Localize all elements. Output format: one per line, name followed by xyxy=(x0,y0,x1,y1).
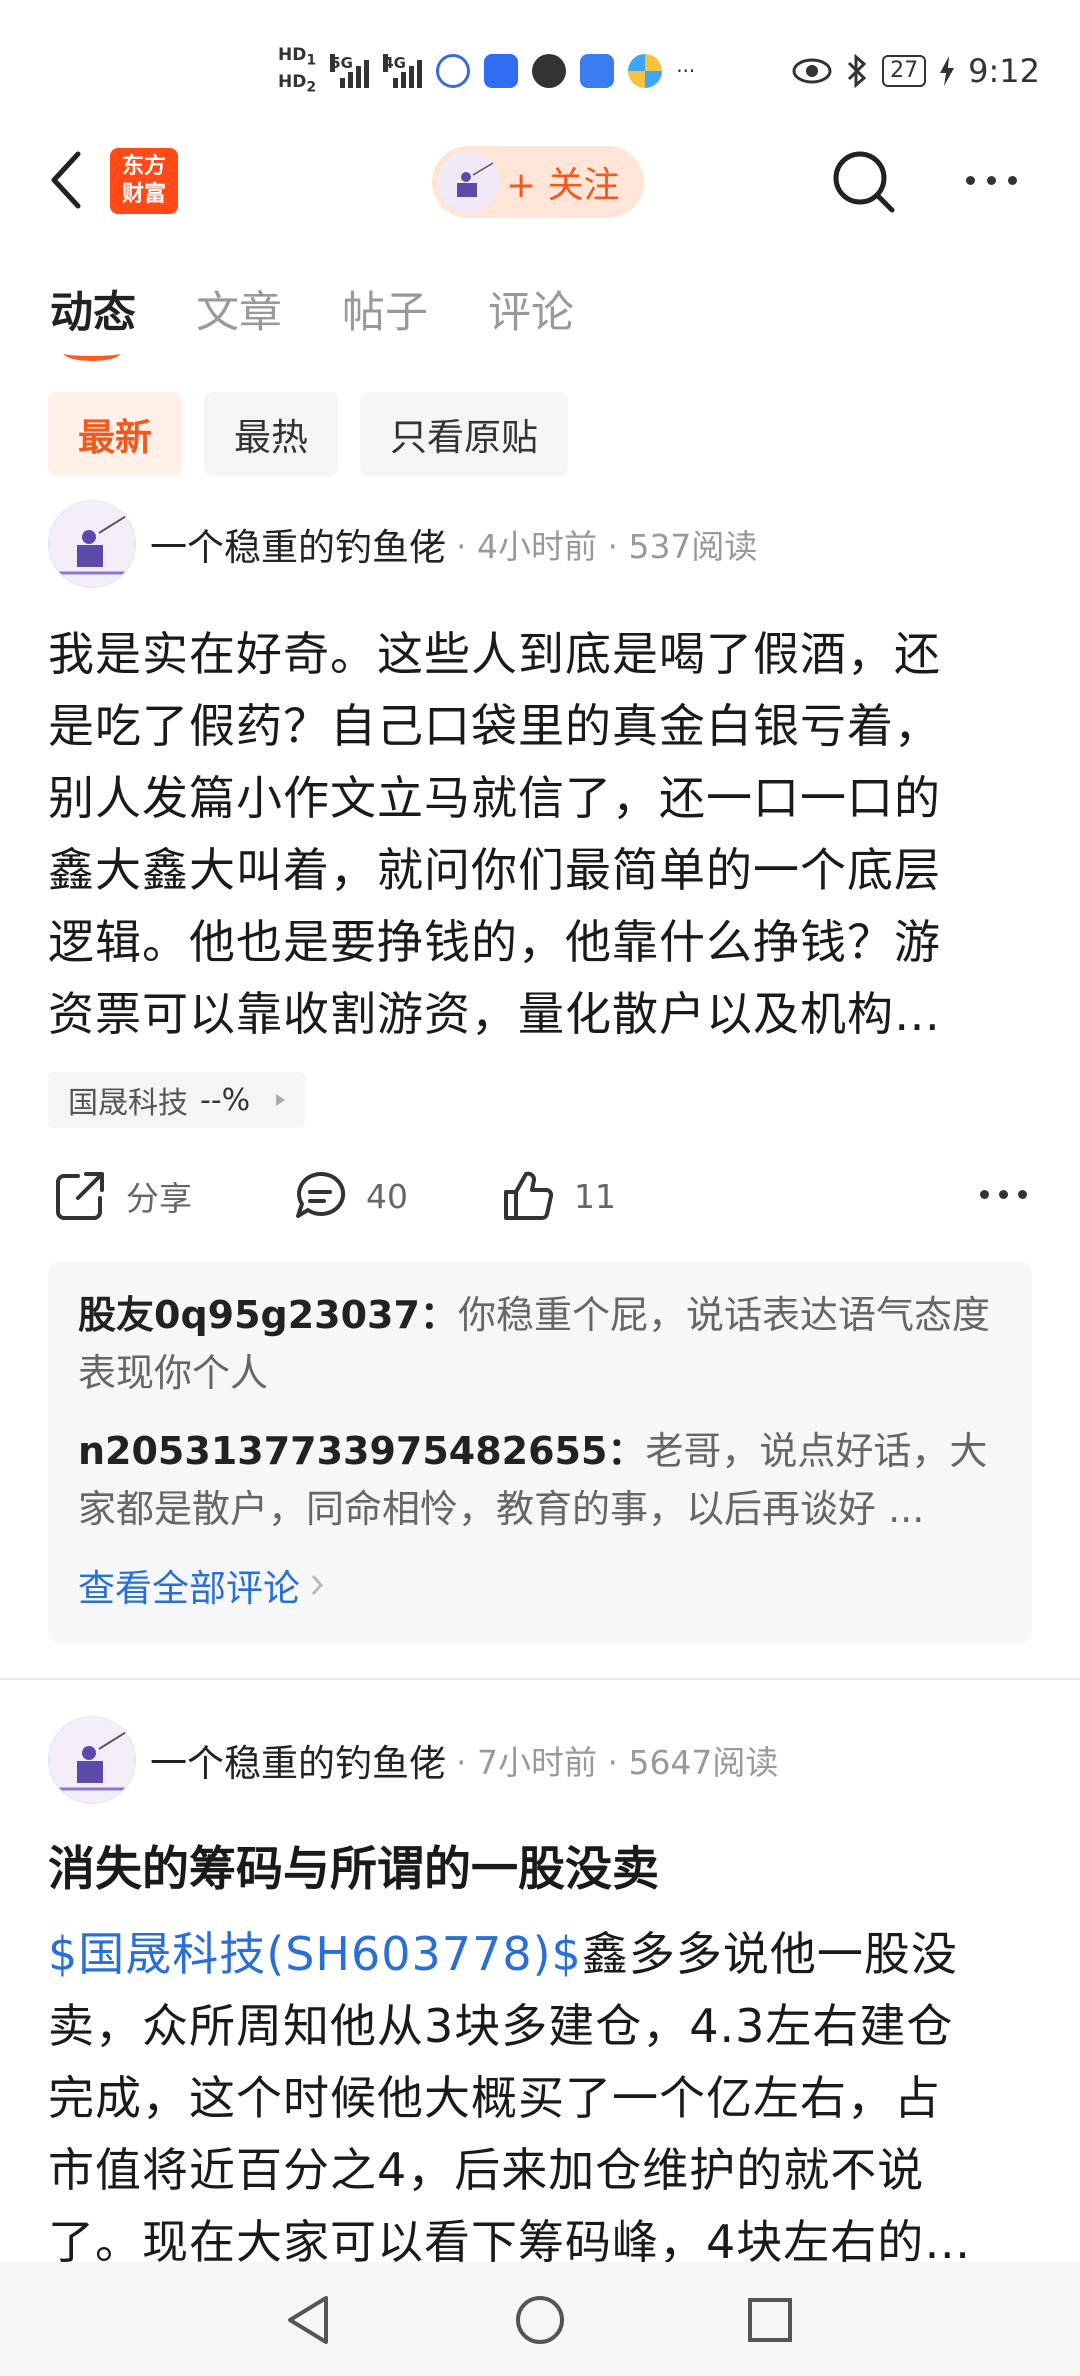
stock-link[interactable]: $国晟科技(SH603778)$ xyxy=(48,1927,582,1981)
comment-count: 40 xyxy=(366,1176,408,1216)
nav-back-icon[interactable] xyxy=(284,2294,332,2346)
post-meta: · 4小时前 · 537阅读 xyxy=(456,527,758,566)
post-meta: · 7小时前 · 5647阅读 xyxy=(456,1743,779,1782)
chevron-right-icon xyxy=(276,1094,286,1106)
bluetooth-icon xyxy=(848,54,867,88)
signal-4g-icon: 4G xyxy=(383,54,423,89)
system-nav-bar xyxy=(0,2262,1080,2376)
post1-line: 鑫大鑫大叫着，就问你们最简单的一个底层 xyxy=(48,843,941,897)
nav-home-icon[interactable] xyxy=(514,2294,566,2346)
wallet-icon xyxy=(580,54,615,89)
more-notifications: ··· xyxy=(676,59,696,84)
follow-label: + 关注 xyxy=(506,165,620,206)
filter-chips: 最新 最热 只看原贴 xyxy=(48,392,568,476)
signal-5g-icon: 5G xyxy=(330,54,370,89)
filter-original-only[interactable]: 只看原贴 xyxy=(360,392,568,476)
filter-hottest[interactable]: 最热 xyxy=(204,392,338,476)
post-more-icon[interactable] xyxy=(980,1190,1027,1199)
logo-line2: 财富 xyxy=(121,182,166,207)
post1-line: 是吃了假药？自己口袋里的真金白银亏着， xyxy=(48,699,941,753)
eye-icon xyxy=(792,58,832,84)
follow-avatar xyxy=(438,152,499,213)
share-button[interactable]: 分享 xyxy=(52,1168,192,1224)
post2-title[interactable]: 消失的筹码与所谓的一股没卖 xyxy=(48,1830,659,1899)
like-button[interactable]: 11 xyxy=(500,1168,616,1224)
tab-dynamic[interactable]: 动态 xyxy=(50,278,136,361)
logo-line1: 东方 xyxy=(121,154,166,179)
post1-line: 资票可以靠收割游资，量化散户以及机构… xyxy=(48,987,941,1041)
hd2-indicator: HD2 xyxy=(278,72,317,96)
back-icon[interactable] xyxy=(46,148,86,212)
stock-tag[interactable]: 国晟科技 --% xyxy=(48,1072,306,1128)
post1-actions: 分享 40 11 xyxy=(52,1168,1032,1228)
author-name[interactable]: 一个稳重的钓鱼佬 xyxy=(150,517,446,571)
comment-preview[interactable]: 股友0q95g23037：你稳重个屁，说话表达语气态度表现你个人 n205313… xyxy=(48,1262,1032,1644)
post1-body[interactable]: 我是实在好奇。这些人到底是喝了假酒，还 是吃了假药？自己口袋里的真金白银亏着， … xyxy=(48,618,1038,1050)
comment-button[interactable]: 40 xyxy=(292,1168,408,1224)
comment-user[interactable]: n2053137733975482655： xyxy=(78,1429,645,1473)
stock-change: --% xyxy=(200,1082,251,1118)
search-icon[interactable] xyxy=(830,148,896,214)
comment-icon xyxy=(296,1171,346,1218)
follow-button[interactable]: + 关注 xyxy=(432,146,644,218)
hd1-indicator: HD1 xyxy=(278,45,317,69)
divider xyxy=(0,1678,1080,1680)
profile-tabs: 动态 文章 帖子 评论 xyxy=(50,278,574,361)
view-all-label: 查看全部评论 xyxy=(78,1567,300,1610)
status-left: HD1 HD2 5G 4G ··· xyxy=(278,44,695,99)
tab-posts[interactable]: 帖子 xyxy=(342,278,428,340)
like-count: 11 xyxy=(574,1176,616,1216)
tab-articles[interactable]: 文章 xyxy=(196,278,282,340)
share-icon xyxy=(56,1172,104,1220)
filter-latest[interactable]: 最新 xyxy=(48,392,182,476)
charging-icon xyxy=(940,56,955,86)
post1-line: 逻辑。他也是要挣钱的，他靠什么挣钱？游 xyxy=(48,915,941,969)
share-label: 分享 xyxy=(126,1179,192,1218)
post1-line: 我是实在好奇。这些人到底是喝了假酒，还 xyxy=(48,627,941,681)
pinwheel-icon xyxy=(628,54,663,89)
comment-item: n2053137733975482655：老哥，说点好话，大家都是散户，同命相怜… xyxy=(78,1422,1002,1538)
avatar[interactable] xyxy=(48,500,136,588)
baidu-icon xyxy=(436,54,471,89)
comment-user[interactable]: 股友0q95g23037： xyxy=(78,1293,458,1337)
post2-header: 一个稳重的钓鱼佬 · 7小时前 · 5647阅读 xyxy=(48,1716,778,1804)
app-logo[interactable]: 东方 财富 xyxy=(110,148,178,214)
status-right: 27 9:12 xyxy=(792,52,1040,90)
post2-line: 市值将近百分之4，后来加仓维护的就不说 xyxy=(48,2143,925,2197)
thumbs-up-icon xyxy=(504,1171,554,1220)
chevron-right-icon xyxy=(311,1575,324,1595)
message-icon xyxy=(532,54,567,89)
comment-item: 股友0q95g23037：你稳重个屁，说话表达语气态度表现你个人 xyxy=(78,1286,1002,1402)
post2-line-rest: 鑫多多说他一股没 xyxy=(581,1927,958,1981)
clock: 9:12 xyxy=(968,52,1040,90)
battery-indicator: 27 xyxy=(882,55,927,87)
post2-line: 卖，众所周知他从3块多建仓，4.3左右建仓 xyxy=(48,1999,954,2053)
more-options-icon[interactable] xyxy=(966,170,1026,190)
stock-name: 国晟科技 xyxy=(68,1086,188,1121)
app-notification-icon xyxy=(484,54,519,89)
hd-indicators: HD1 HD2 xyxy=(278,44,316,99)
post1-line: 别人发篇小作文立马就信了，还一口一口的 xyxy=(48,771,941,825)
post2-line: 完成，这个时候他大概买了一个亿左右，占 xyxy=(48,2071,941,2125)
post2-body[interactable]: $国晟科技(SH603778)$鑫多多说他一股没 卖，众所周知他从3块多建仓，4… xyxy=(48,1918,1038,2278)
status-bar: HD1 HD2 5G 4G ··· 27 9:12 xyxy=(0,0,1080,150)
tab-comments[interactable]: 评论 xyxy=(488,278,574,340)
nav-recents-icon[interactable] xyxy=(746,2296,794,2344)
author-name[interactable]: 一个稳重的钓鱼佬 xyxy=(150,1733,446,1787)
view-all-comments-link[interactable]: 查看全部评论 xyxy=(78,1558,1002,1612)
avatar[interactable] xyxy=(48,1716,136,1804)
post2-line: $国晟科技(SH603778)$鑫多多说他一股没 xyxy=(48,1918,1038,1990)
post1-header: 一个稳重的钓鱼佬 · 4小时前 · 537阅读 xyxy=(48,500,757,588)
